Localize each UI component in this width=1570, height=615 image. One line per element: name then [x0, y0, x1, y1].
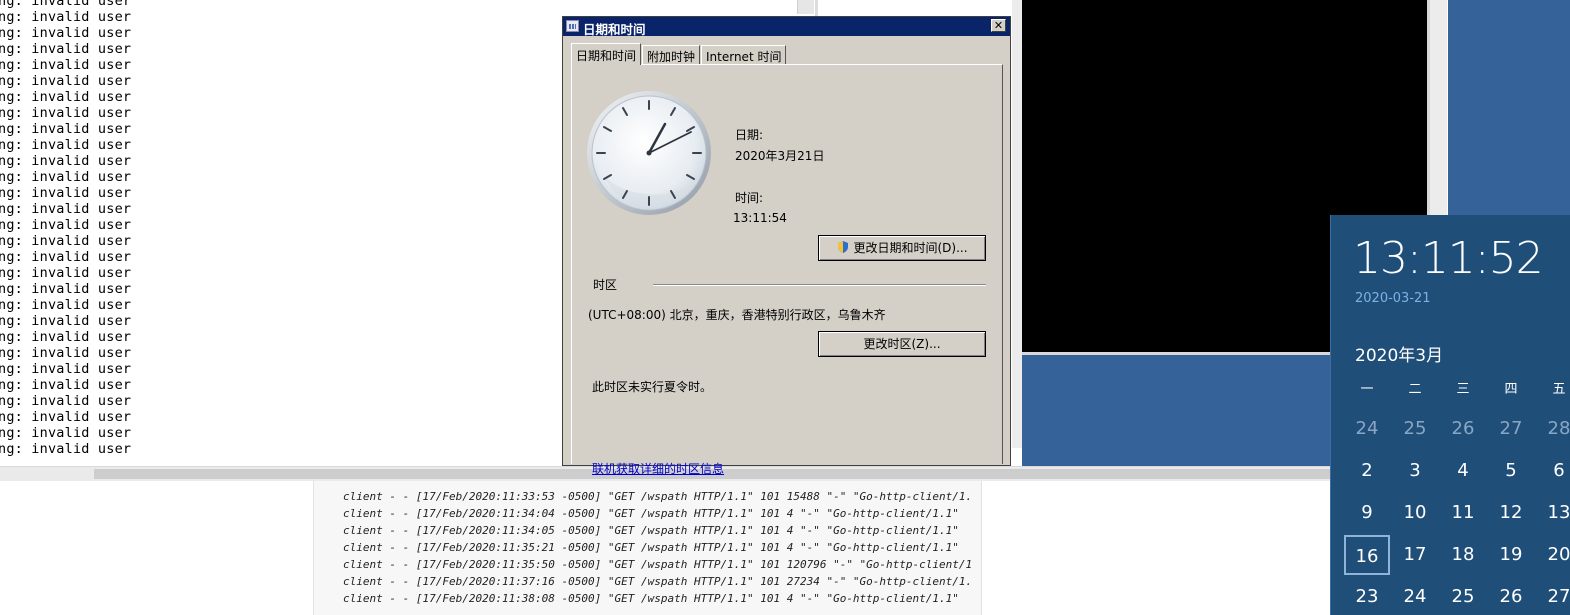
terminal-line: ng: invalid user — [0, 393, 132, 409]
access-log-line: client - - [17/Feb/2020:11:37:16 -0500] … — [343, 575, 973, 588]
calendar-day[interactable]: 27 — [1488, 409, 1534, 449]
dialog-titlebar[interactable]: 日期和时间 ✕ — [563, 17, 1010, 37]
tab-additional-clocks[interactable]: 附加时钟 — [642, 45, 701, 64]
calendar-day[interactable]: 11 — [1440, 493, 1486, 533]
terminal-line: ng: invalid user — [0, 249, 132, 265]
dst-note: 此时区未实行夏令时。 — [592, 380, 713, 394]
timezone-group-label: 时区 — [593, 278, 618, 292]
calendar-day[interactable]: 27 — [1536, 577, 1570, 615]
terminal-line: ng: invalid user — [0, 25, 132, 41]
calendar-day[interactable]: 13 — [1536, 493, 1570, 533]
calendar-day[interactable]: 25 — [1392, 409, 1438, 449]
calendar-day[interactable]: 26 — [1488, 577, 1534, 615]
date-value: 2020年3月21日 — [735, 149, 825, 163]
calendar-day[interactable]: 28 — [1536, 409, 1570, 449]
terminal-line: ng: invalid user — [0, 313, 132, 329]
terminal-line: ng: invalid user — [0, 297, 132, 313]
terminal-line: ng: invalid user — [0, 105, 132, 121]
desktop-background-top — [1448, 0, 1570, 220]
analog-clock-icon — [587, 91, 711, 215]
terminal-line: ng: invalid user — [0, 201, 132, 217]
access-log-line: client - - [17/Feb/2020:11:35:21 -0500] … — [343, 541, 959, 554]
access-log-panel: client - - [17/Feb/2020:11:33:53 -0500] … — [313, 480, 982, 615]
calendar-weekday: 一 — [1360, 382, 1374, 397]
terminal-line: ng: invalid user — [0, 265, 132, 281]
calendar-weekday: 五 — [1552, 382, 1566, 397]
calendar-day[interactable]: 23 — [1344, 577, 1390, 615]
desktop-background — [1022, 355, 1332, 466]
close-button[interactable]: ✕ — [991, 19, 1006, 32]
tab-internet-time[interactable]: Internet 时间 — [701, 45, 787, 64]
change-date-time-label: 更改日期和时间(D)... — [853, 241, 968, 255]
calendar-day[interactable]: 25 — [1440, 577, 1486, 615]
access-log-line: client - - [17/Feb/2020:11:35:50 -0500] … — [343, 558, 973, 571]
calendar-day[interactable]: 26 — [1440, 409, 1486, 449]
timezone-value: (UTC+08:00) 北京，重庆，香港特别行政区，乌鲁木齐 — [588, 308, 886, 322]
terminal-line: ng: invalid user — [0, 409, 132, 425]
change-timezone-button[interactable]: 更改时区(Z)... — [818, 331, 986, 357]
timezone-divider — [653, 284, 986, 286]
terminal-line: ng: invalid user — [0, 73, 132, 89]
terminal-line: ng: invalid user — [0, 361, 132, 377]
calendar-day[interactable]: 16 — [1344, 535, 1390, 575]
calendar-day[interactable]: 24 — [1344, 409, 1390, 449]
calendar-day[interactable]: 12 — [1488, 493, 1534, 533]
calendar-day[interactable]: 19 — [1488, 535, 1534, 575]
date-time-dialog: 日期和时间 ✕ 日期和时间 附加时钟 Internet 时间 日期: 2020年… — [562, 16, 1011, 476]
terminal-vertical-scrollbar[interactable] — [797, 0, 814, 14]
calendar-day[interactable]: 18 — [1440, 535, 1486, 575]
terminal-line: ng: invalid user — [0, 169, 132, 185]
calendar-day[interactable]: 24 — [1392, 577, 1438, 615]
flyout-clock: 13:11:52 — [1353, 233, 1544, 284]
terminal-line: ng: invalid user — [0, 441, 132, 457]
access-log-line: client - - [17/Feb/2020:11:34:05 -0500] … — [343, 524, 959, 537]
dialog-title: 日期和时间 — [583, 22, 646, 37]
terminal-line: ng: invalid user — [0, 425, 132, 441]
flyout-date[interactable]: 2020-03-21 — [1355, 291, 1431, 306]
calendar-weekday: 二 — [1408, 382, 1422, 397]
calendar-weekday: 三 — [1456, 382, 1470, 397]
terminal-line: ng: invalid user — [0, 57, 132, 73]
calendar-day[interactable]: 9 — [1344, 493, 1390, 533]
terminal-line: ng: invalid user — [0, 0, 132, 9]
calendar-day[interactable]: 10 — [1392, 493, 1438, 533]
timezone-info-link[interactable]: 联机获取详细的时区信息 — [592, 460, 724, 477]
calendar-day[interactable]: 2 — [1344, 451, 1390, 491]
terminal-line: ng: invalid user — [0, 137, 132, 153]
calendar-day[interactable]: 3 — [1392, 451, 1438, 491]
terminal-line: ng: invalid user — [0, 377, 132, 393]
terminal-line: ng: invalid user — [0, 217, 132, 233]
calendar-weekday: 四 — [1504, 382, 1518, 397]
calendar-day[interactable]: 17 — [1392, 535, 1438, 575]
uac-shield-icon — [838, 241, 849, 253]
terminal-line: ng: invalid user — [0, 185, 132, 201]
change-date-time-button[interactable]: 更改日期和时间(D)... — [818, 235, 986, 261]
terminal-line: ng: invalid user — [0, 41, 132, 57]
calendar-month-title[interactable]: 2020年3月 — [1355, 341, 1443, 366]
calendar-icon — [566, 20, 579, 32]
calendar-flyout: 13:11:52 2020-03-21 2020年3月 一二三四五 24 25 26 2… — [1330, 215, 1570, 615]
time-label: 时间: — [735, 191, 764, 205]
tab-date-time[interactable]: 日期和时间 — [571, 43, 642, 65]
calendar-day[interactable]: 6 — [1536, 451, 1570, 491]
terminal-line: ng: invalid user — [0, 153, 132, 169]
calendar-day[interactable]: 20 — [1536, 535, 1570, 575]
date-label: 日期: — [735, 128, 764, 142]
terminal-line: ng: invalid user — [0, 329, 132, 345]
tab-panel: 日期: 2020年3月21日 时间: 13:11:54 更改日期和时间(D)..… — [571, 64, 1003, 476]
terminal-line: ng: invalid user — [0, 233, 132, 249]
terminal-line: ng: invalid user — [0, 9, 132, 25]
time-value: 13:11:54 — [733, 211, 787, 225]
terminal-line: ng: invalid user — [0, 89, 132, 105]
access-log-line: client - - [17/Feb/2020:11:33:53 -0500] … — [343, 490, 973, 503]
access-log-line: client - - [17/Feb/2020:11:34:04 -0500] … — [343, 507, 959, 520]
terminal-line: ng: invalid user — [0, 281, 132, 297]
calendar-day[interactable]: 5 — [1488, 451, 1534, 491]
terminal-line: ng: invalid user — [0, 345, 132, 361]
terminal-line: ng: invalid user — [0, 121, 132, 137]
calendar-day[interactable]: 4 — [1440, 451, 1486, 491]
access-log-line: client - - [17/Feb/2020:11:38:08 -0500] … — [343, 592, 959, 605]
